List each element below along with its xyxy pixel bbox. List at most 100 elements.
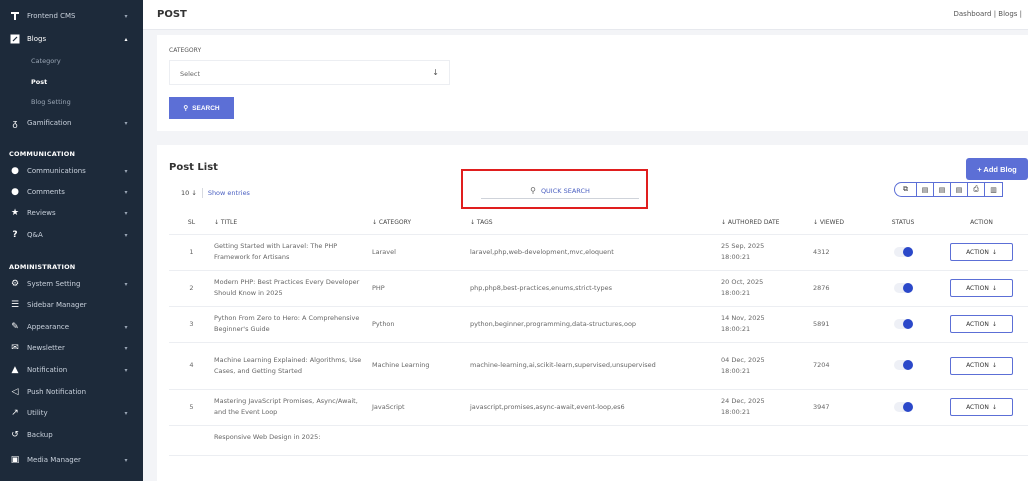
sidebar-item-qa[interactable]: ? Q&A ▾ bbox=[0, 225, 143, 245]
row-date-day: 14 Nov, 2025 bbox=[721, 314, 765, 322]
copy-button[interactable]: ⧉ bbox=[894, 182, 916, 197]
column-header-category[interactable]: ↓ CATEGORY bbox=[372, 211, 470, 235]
sidebar-item-push-notification[interactable]: ◁ Push Notification bbox=[0, 382, 143, 402]
arrow-down-icon: ↓ bbox=[991, 284, 997, 292]
sidebar-subitem-post[interactable]: Post bbox=[31, 78, 47, 86]
status-toggle[interactable] bbox=[893, 318, 913, 329]
pdf-button[interactable]: ▤ bbox=[950, 182, 967, 197]
action-dropdown-button[interactable]: ACTION ↓ bbox=[950, 279, 1013, 297]
column-header-viewed[interactable]: ↓ VIEWED bbox=[813, 211, 871, 235]
chevron-down-icon: ▾ bbox=[124, 280, 128, 288]
row-tags: php,php8,best-practices,enums,strict-typ… bbox=[470, 270, 721, 307]
search-icon: ⚲ bbox=[530, 186, 536, 195]
action-dropdown-button[interactable]: ACTION ↓ bbox=[950, 243, 1013, 261]
chevron-down-icon: ▾ bbox=[124, 12, 128, 20]
sidebar-subitem-blog-setting[interactable]: Blog Setting bbox=[31, 98, 71, 106]
toggle-knob bbox=[902, 318, 913, 329]
sidebar-subitem-category[interactable]: Category bbox=[31, 57, 61, 65]
communications-icon: ● bbox=[11, 166, 19, 176]
printer-icon: ⎙ bbox=[973, 185, 979, 193]
posts-table: SL ↓ TITLE ↓ CATEGORY ↓ TAGS ↓ AUTHORED … bbox=[169, 211, 1028, 456]
action-label: ACTION bbox=[966, 362, 989, 369]
sidebar-item-sidebar-manager[interactable]: ☰ Sidebar Manager bbox=[0, 295, 143, 315]
toggle-knob bbox=[902, 246, 913, 257]
status-toggle[interactable] bbox=[893, 246, 913, 257]
status-toggle[interactable] bbox=[893, 282, 913, 293]
search-button[interactable]: ⚲ SEARCH bbox=[169, 97, 234, 119]
frontend-cms-icon bbox=[9, 10, 21, 22]
status-toggle[interactable] bbox=[893, 360, 913, 370]
quick-search-input[interactable]: ⚲ QUICK SEARCH bbox=[481, 183, 639, 199]
sidebar-item-system-setting[interactable]: ⚙ System Setting ▾ bbox=[0, 274, 143, 294]
chevron-up-icon: ▴ bbox=[124, 35, 128, 43]
section-header-administration: ADMINISTRATION bbox=[9, 263, 76, 271]
breadcrumb[interactable]: Dashboard | Blogs | bbox=[954, 10, 1023, 18]
row-viewed: 4312 bbox=[813, 234, 871, 271]
action-dropdown-button[interactable]: ACTION ↓ bbox=[950, 356, 1013, 375]
sidebar-item-newsletter[interactable]: ✉ Newsletter ▾ bbox=[0, 338, 143, 358]
show-entries-label: Show entries bbox=[207, 189, 250, 197]
chevron-down-icon: ▾ bbox=[124, 167, 128, 175]
column-header-authored-date[interactable]: ↓ AUTHORED DATE bbox=[721, 211, 813, 235]
excel-file-icon: ▤ bbox=[921, 185, 929, 194]
sidebar-item-notification[interactable]: ▲ Notification ▾ bbox=[0, 360, 143, 380]
search-button-label: SEARCH bbox=[192, 104, 220, 112]
row-category: PHP bbox=[372, 270, 470, 307]
row-sl: 1 bbox=[169, 234, 214, 271]
sidebar-item-gamification[interactable]: ᵹ Gamification ▾ bbox=[0, 113, 143, 133]
question-icon: ? bbox=[12, 230, 18, 240]
sidebar-item-frontend-cms[interactable]: Frontend CMS ▾ bbox=[0, 6, 143, 26]
row-category: Laravel bbox=[372, 234, 470, 271]
row-status bbox=[871, 234, 935, 271]
row-date bbox=[721, 425, 813, 456]
row-action: ACTION ↓ bbox=[935, 342, 1028, 390]
arrow-down-icon: ↓ bbox=[991, 248, 997, 256]
sidebar-item-appearance[interactable]: ✎ Appearance ▾ bbox=[0, 317, 143, 337]
brush-icon: ✎ bbox=[11, 322, 19, 332]
chevron-down-icon: ▾ bbox=[124, 209, 128, 217]
sidebar-item-reviews[interactable]: ★ Reviews ▾ bbox=[0, 203, 143, 223]
column-header-tags[interactable]: ↓ TAGS bbox=[470, 211, 721, 235]
page-size-select[interactable]: 10 ↓ bbox=[181, 189, 197, 197]
add-blog-button[interactable]: + Add Blog bbox=[966, 158, 1028, 180]
comments-icon: ● bbox=[11, 187, 19, 197]
csv-button[interactable]: ▤ bbox=[933, 182, 950, 197]
row-title: Machine Learning Explained: Algorithms, … bbox=[214, 342, 372, 390]
row-date-day: 04 Dec, 2025 bbox=[721, 355, 765, 364]
row-date-day: 25 Sep, 2025 bbox=[721, 242, 765, 250]
category-select[interactable]: Select ↓ bbox=[169, 60, 450, 85]
sidebar-item-blogs[interactable]: Blogs ▴ bbox=[0, 29, 143, 49]
csv-file-icon: ▤ bbox=[938, 185, 946, 194]
column-header-title[interactable]: ↓ TITLE bbox=[214, 211, 372, 235]
post-list-title: Post List bbox=[169, 162, 218, 173]
column-header-sl[interactable]: SL bbox=[169, 211, 214, 235]
arrow-down-icon: ↓ bbox=[991, 320, 997, 328]
page-size-value: 10 bbox=[181, 189, 190, 197]
print-button[interactable]: ⎙ bbox=[967, 182, 984, 197]
status-toggle[interactable] bbox=[893, 401, 913, 412]
sidebar-item-backup[interactable]: ↺ Backup bbox=[0, 425, 143, 445]
chevron-down-icon: ▾ bbox=[124, 323, 128, 331]
row-date-time: 18:00:21 bbox=[721, 325, 751, 333]
row-category bbox=[372, 425, 470, 456]
row-tags: javascript,promises,async-await,event-lo… bbox=[470, 389, 721, 426]
page-header: POST Dashboard | Blogs | bbox=[143, 0, 1028, 30]
row-viewed: 3947 bbox=[813, 389, 871, 426]
columns-icon: ▥ bbox=[990, 185, 997, 194]
row-tags: laravel,php,web-development,mvc,eloquent bbox=[470, 234, 721, 271]
row-sl: 3 bbox=[169, 306, 214, 343]
sidebar-item-comments[interactable]: ● Comments ▾ bbox=[0, 182, 143, 202]
row-title: Modern PHP: Best Practices Every Develop… bbox=[214, 270, 372, 307]
action-dropdown-button[interactable]: ACTION ↓ bbox=[950, 315, 1013, 333]
sidebar-item-utility[interactable]: ↗ Utility ▾ bbox=[0, 403, 143, 423]
excel-button[interactable]: ▤ bbox=[916, 182, 933, 197]
media-manager-icon: ▣ bbox=[10, 455, 20, 465]
row-status bbox=[871, 389, 935, 426]
sidebar-item-media-manager[interactable]: ▣ Media Manager ▾ bbox=[0, 450, 143, 470]
row-title: Mastering JavaScript Promises, Async/Awa… bbox=[214, 389, 372, 426]
sidebar-item-communications[interactable]: ● Communications ▾ bbox=[0, 161, 143, 181]
table-row: 3 Python From Zero to Hero: A Comprehens… bbox=[169, 306, 1028, 343]
columns-button[interactable]: ▥ bbox=[984, 182, 1003, 197]
action-dropdown-button[interactable]: ACTION ↓ bbox=[950, 398, 1013, 416]
newsletter-icon: ✉ bbox=[11, 343, 19, 353]
